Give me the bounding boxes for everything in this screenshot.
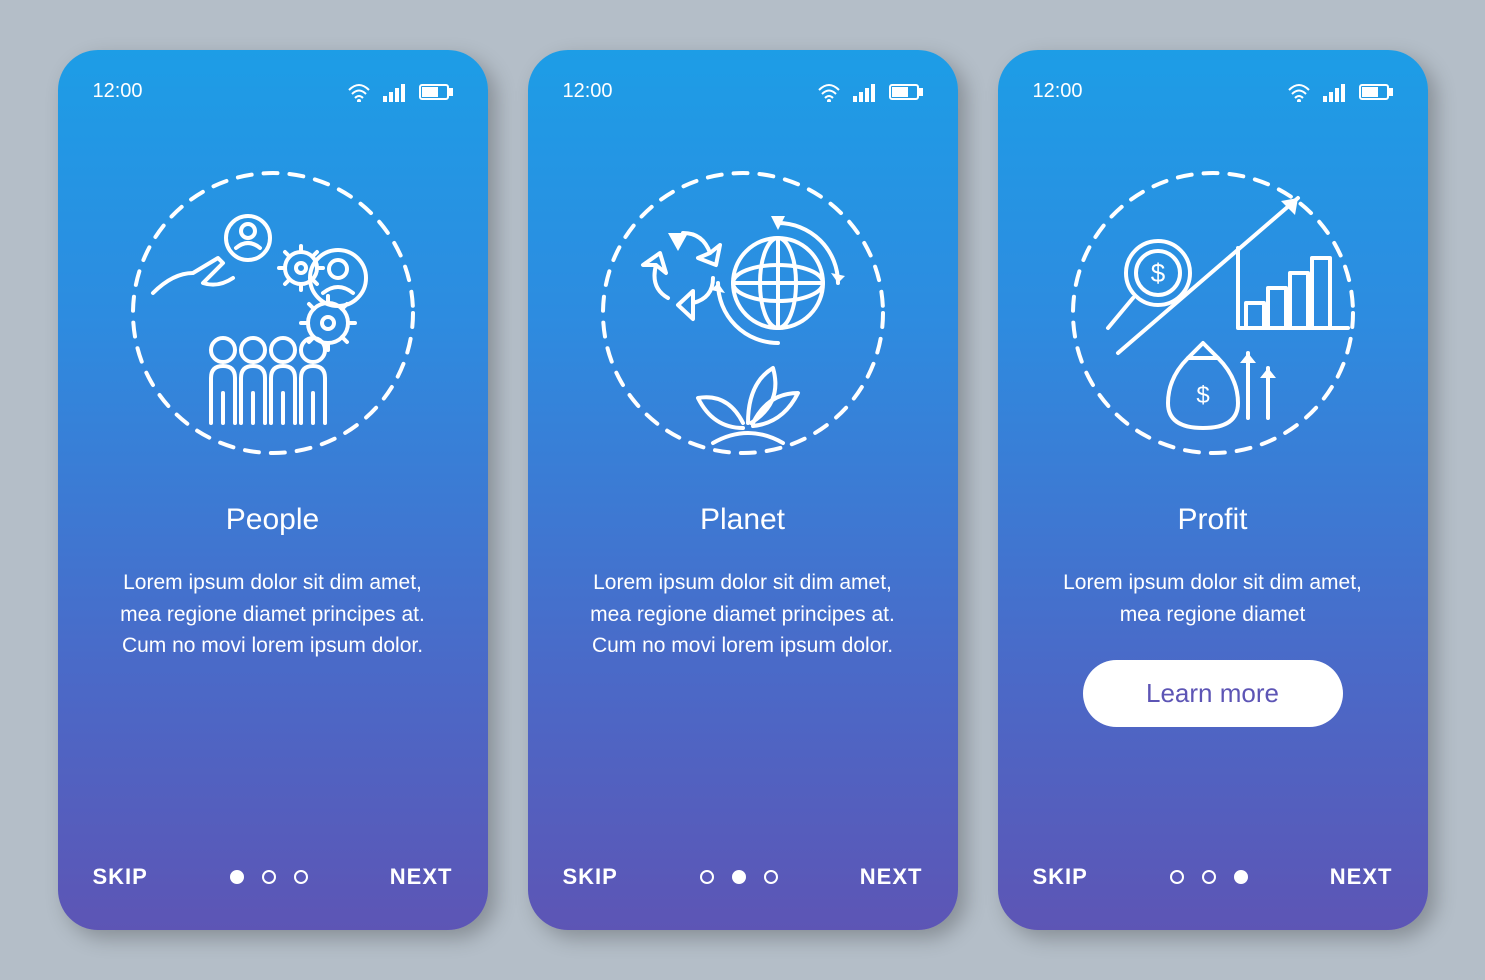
- status-bar: 12:00: [93, 80, 453, 103]
- wifi-icon: [347, 82, 371, 102]
- page-indicator: [230, 870, 308, 884]
- battery-icon: [1359, 82, 1393, 102]
- onboarding-screen-people: 12:00 P: [58, 50, 488, 930]
- screen-body: Lorem ipsum dolor sit dim amet, mea regi…: [563, 567, 923, 662]
- battery-icon: [419, 82, 453, 102]
- status-bar: 12:00: [1033, 80, 1393, 103]
- screen-title: Profit: [1033, 503, 1393, 537]
- skip-button[interactable]: SKIP: [1033, 864, 1088, 890]
- planet-illustration: [593, 163, 893, 463]
- page-indicator: [700, 870, 778, 884]
- people-illustration: [123, 163, 423, 463]
- svg-text:$: $: [1150, 258, 1165, 288]
- wifi-icon: [1287, 82, 1311, 102]
- page-dot-1[interactable]: [1170, 870, 1184, 884]
- status-icons: [347, 82, 453, 102]
- page-dot-3[interactable]: [1234, 870, 1248, 884]
- onboarding-screen-planet: 12:00: [528, 50, 958, 930]
- skip-button[interactable]: SKIP: [93, 864, 148, 890]
- onboarding-footer: SKIP NEXT: [93, 864, 453, 890]
- signal-icon: [383, 82, 407, 102]
- page-dot-3[interactable]: [764, 870, 778, 884]
- onboarding-footer: SKIP NEXT: [1033, 864, 1393, 890]
- next-button[interactable]: NEXT: [390, 864, 453, 890]
- page-dot-2[interactable]: [732, 870, 746, 884]
- skip-button[interactable]: SKIP: [563, 864, 618, 890]
- status-icons: [817, 82, 923, 102]
- screen-body: Lorem ipsum dolor sit dim amet, mea regi…: [1033, 567, 1393, 630]
- next-button[interactable]: NEXT: [1330, 864, 1393, 890]
- wifi-icon: [817, 82, 841, 102]
- page-dot-1[interactable]: [230, 870, 244, 884]
- page-dot-1[interactable]: [700, 870, 714, 884]
- next-button[interactable]: NEXT: [860, 864, 923, 890]
- signal-icon: [853, 82, 877, 102]
- status-time: 12:00: [93, 80, 143, 103]
- page-dot-3[interactable]: [294, 870, 308, 884]
- onboarding-footer: SKIP NEXT: [563, 864, 923, 890]
- page-dot-2[interactable]: [262, 870, 276, 884]
- screen-body: Lorem ipsum dolor sit dim amet, mea regi…: [93, 567, 453, 662]
- learn-more-button[interactable]: Learn more: [1083, 660, 1343, 727]
- profit-illustration: $ $: [1063, 163, 1363, 463]
- status-bar: 12:00: [563, 80, 923, 103]
- status-time: 12:00: [1033, 80, 1083, 103]
- battery-icon: [889, 82, 923, 102]
- onboarding-screen-profit: 12:00 $: [998, 50, 1428, 930]
- status-icons: [1287, 82, 1393, 102]
- screen-title: Planet: [563, 503, 923, 537]
- page-indicator: [1170, 870, 1248, 884]
- screen-title: People: [93, 503, 453, 537]
- status-time: 12:00: [563, 80, 613, 103]
- svg-text:$: $: [1196, 382, 1209, 409]
- signal-icon: [1323, 82, 1347, 102]
- page-dot-2[interactable]: [1202, 870, 1216, 884]
